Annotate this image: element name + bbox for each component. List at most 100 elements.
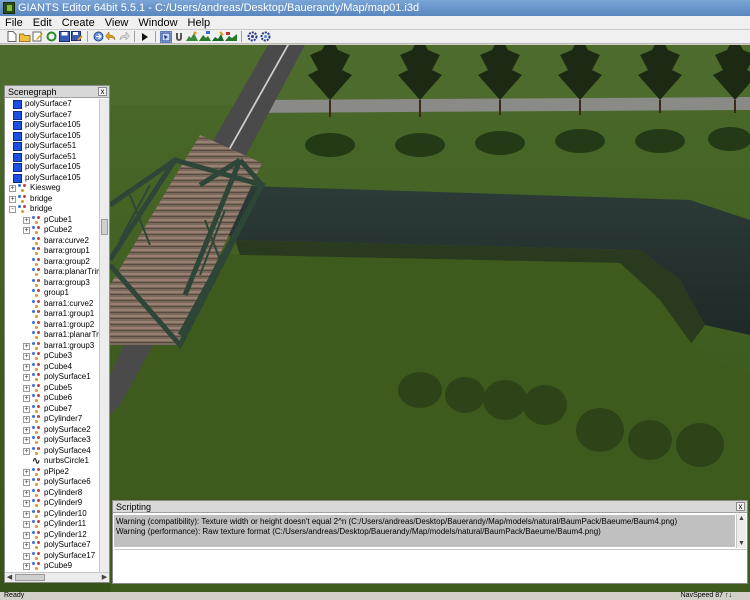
tree-expander-icon[interactable]: + [23, 216, 30, 224]
scenegraph-node[interactable]: + pCube6 [5, 393, 100, 404]
tree-expander-icon[interactable]: + [23, 447, 30, 455]
tree-expander-icon[interactable]: + [23, 500, 30, 507]
scenegraph-node[interactable]: barra:group1 [5, 246, 100, 257]
scenegraph-node[interactable]: + Kiesweg [5, 183, 100, 194]
redo-icon[interactable] [118, 31, 130, 43]
tree-expander-icon[interactable]: - [9, 206, 16, 213]
tree-expander-icon[interactable]: + [23, 563, 30, 570]
scenegraph-node[interactable]: barra:planarTrimme [5, 267, 100, 278]
scenegraph-node[interactable]: + pCube4 [5, 362, 100, 373]
scenegraph-node[interactable]: polySurface105 [5, 173, 100, 184]
tree-expander-icon[interactable]: + [23, 531, 30, 539]
tree-expander-icon[interactable]: + [23, 416, 30, 423]
menu-help[interactable]: Help [183, 16, 216, 29]
script-command-input[interactable] [114, 549, 746, 583]
tree-expander-icon[interactable]: + [23, 405, 30, 413]
scenegraph-node[interactable]: + polySurface2 [5, 425, 100, 436]
scenegraph-node[interactable]: + pCube1 [5, 215, 100, 226]
save-icon[interactable] [58, 31, 70, 43]
scenegraph-vertical-scrollbar[interactable] [99, 99, 109, 573]
tree-expander-icon[interactable]: + [23, 510, 30, 518]
tree-expander-icon[interactable]: + [23, 437, 30, 444]
menu-file[interactable]: File [0, 16, 28, 29]
scenegraph-node[interactable]: polySurface105 [5, 120, 100, 131]
scenegraph-node[interactable]: + polySurface7 [5, 540, 100, 551]
tree-expander-icon[interactable]: + [23, 468, 30, 476]
open-file-icon[interactable] [19, 31, 31, 43]
scroll-left-icon[interactable]: ◀ [5, 573, 14, 582]
scenegraph-node[interactable]: + pCube9 [5, 561, 100, 572]
scrollbar-thumb[interactable] [15, 574, 45, 581]
menu-window[interactable]: Window [133, 16, 182, 29]
info-layer-icon[interactable] [225, 31, 237, 43]
scroll-down-icon[interactable]: ▼ [737, 539, 746, 548]
tree-expander-icon[interactable]: + [23, 353, 30, 360]
tree-expander-icon[interactable]: + [23, 363, 30, 371]
scenegraph-node[interactable]: barra1:group1 [5, 309, 100, 320]
scenegraph-node[interactable]: + pCylinder12 [5, 530, 100, 541]
scenegraph-node[interactable]: polySurface51 [5, 141, 100, 152]
scenegraph-horizontal-scrollbar[interactable]: ◀ ▶ [5, 572, 109, 582]
tree-expander-icon[interactable]: + [23, 426, 30, 434]
scenegraph-node[interactable]: + pCube5 [5, 383, 100, 394]
foliage-paint-icon[interactable] [212, 31, 224, 43]
scenegraph-node[interactable]: + pCylinder7 [5, 414, 100, 425]
tree-expander-icon[interactable]: + [23, 374, 30, 381]
scrollbar-thumb[interactable] [101, 219, 108, 235]
scenegraph-node[interactable]: barra1:curve2 [5, 299, 100, 310]
scenegraph-node[interactable]: + bridge [5, 194, 100, 205]
scroll-up-icon[interactable]: ▲ [737, 514, 746, 523]
scenegraph-node[interactable]: + pCylinder10 [5, 509, 100, 520]
import-icon[interactable] [92, 31, 104, 43]
menu-view[interactable]: View [100, 16, 134, 29]
tree-expander-icon[interactable]: + [23, 479, 30, 486]
tree-expander-icon[interactable]: + [23, 552, 30, 560]
scenegraph-node[interactable]: + pPipe2 [5, 467, 100, 478]
tree-expander-icon[interactable]: + [23, 384, 30, 392]
scenegraph-close-button[interactable]: x [98, 87, 107, 96]
scenegraph-node[interactable]: barra:curve2 [5, 236, 100, 247]
tree-expander-icon[interactable]: + [23, 342, 30, 350]
scenegraph-node[interactable]: + polySurface3 [5, 435, 100, 446]
scenegraph-node[interactable]: polySurface105 [5, 162, 100, 173]
scenegraph-node[interactable]: barra1:group2 [5, 320, 100, 331]
tree-expander-icon[interactable]: + [23, 395, 30, 402]
scenegraph-node[interactable]: + pCylinder9 [5, 498, 100, 509]
refresh-icon[interactable] [45, 31, 57, 43]
terrain-paint-icon[interactable] [199, 31, 211, 43]
scenegraph-node[interactable]: + pCube3 [5, 351, 100, 362]
scenegraph-node[interactable]: - bridge [5, 204, 100, 215]
scenegraph-node[interactable]: barra:group2 [5, 257, 100, 268]
tree-expander-icon[interactable]: + [23, 227, 30, 234]
scenegraph-node[interactable]: polySurface51 [5, 152, 100, 163]
menu-create[interactable]: Create [57, 16, 100, 29]
magnet-icon[interactable] [173, 31, 185, 43]
scenegraph-node[interactable]: + pCylinder8 [5, 488, 100, 499]
scroll-right-icon[interactable]: ▶ [100, 573, 109, 582]
menu-edit[interactable]: Edit [28, 16, 57, 29]
scenegraph-node[interactable]: barra:group3 [5, 278, 100, 289]
scenegraph-node[interactable]: polySurface105 [5, 131, 100, 142]
tree-expander-icon[interactable]: + [23, 542, 30, 549]
select-tool-icon[interactable] [160, 30, 172, 43]
scripting-log[interactable]: Warning (compatibility): Texture width o… [114, 515, 735, 547]
tree-expander-icon[interactable]: + [9, 185, 16, 192]
scenegraph-node[interactable]: + barra1:group3 [5, 341, 100, 352]
scenegraph-node[interactable]: + pCube7 [5, 404, 100, 415]
scenegraph-node[interactable]: + polySurface4 [5, 446, 100, 457]
scenegraph-node[interactable]: + pCube2 [5, 225, 100, 236]
terrain-sculpt-icon[interactable] [186, 31, 198, 43]
scenegraph-node[interactable]: group1 [5, 288, 100, 299]
undo-icon[interactable] [105, 31, 117, 43]
edit-icon[interactable] [32, 31, 44, 43]
tree-expander-icon[interactable]: + [23, 489, 30, 497]
tree-expander-icon[interactable]: + [23, 521, 30, 528]
scenegraph-node[interactable]: + polySurface17 [5, 551, 100, 562]
scenegraph-node[interactable]: ∿ nurbsCircle1 [5, 456, 100, 467]
scenegraph-node[interactable]: + polySurface1 [5, 372, 100, 383]
scenegraph-node[interactable]: polySurface7 [5, 99, 100, 110]
settings-gear-icon[interactable] [246, 31, 258, 43]
tree-expander-icon[interactable]: + [9, 195, 16, 203]
scenegraph-node[interactable]: + pCylinder11 [5, 519, 100, 530]
save-as-icon[interactable] [71, 31, 83, 43]
